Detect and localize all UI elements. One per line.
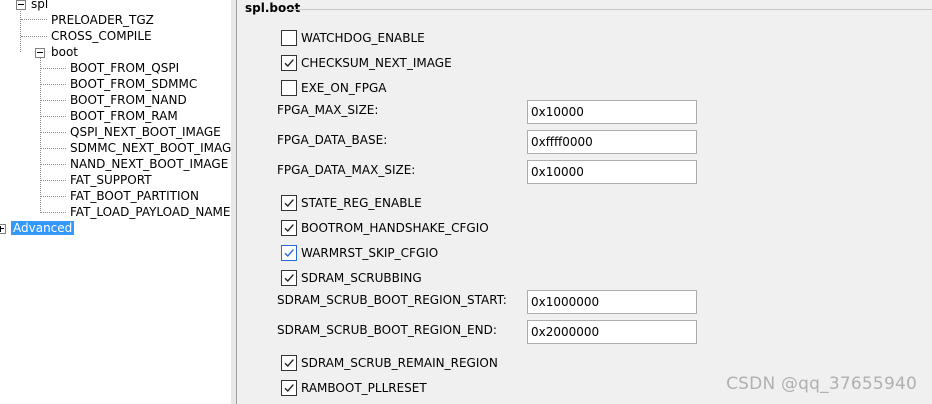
tree-connector: [41, 164, 66, 165]
sdram-scrub-boot-region-start-input[interactable]: [527, 290, 697, 314]
watchdog-enable-checkbox[interactable]: [281, 30, 297, 46]
tree-item-boot[interactable]: boot: [51, 44, 78, 60]
tree-connector: [41, 196, 66, 197]
collapse-icon[interactable]: [35, 48, 45, 58]
sdram-scrub-remain-region-checkbox[interactable]: [281, 355, 297, 371]
checkmark-icon: [284, 274, 294, 283]
group-title: spl.boot: [245, 1, 301, 15]
tree-connector: [41, 100, 66, 101]
tree-item-label: NAND_NEXT_BOOT_IMAGE: [70, 157, 229, 171]
tree-item-label: BOOT_FROM_NAND: [70, 93, 187, 107]
tree-item-qspi-next-boot-image[interactable]: QSPI_NEXT_BOOT_IMAGE: [70, 124, 221, 140]
checkmark-icon: [284, 249, 294, 258]
checkmark-icon: [284, 384, 294, 393]
tree-connector: [41, 68, 66, 69]
tree-item-label: boot: [51, 45, 79, 59]
tree-item-fat-load-payload-name[interactable]: FAT_LOAD_PAYLOAD_NAME: [70, 204, 231, 220]
checksum-next-image-label: CHECKSUM_NEXT_IMAGE: [301, 56, 452, 70]
tree-item-label: BOOT_FROM_RAM: [70, 109, 178, 123]
fpga-data-max-size-input[interactable]: [527, 160, 697, 184]
tree-item-label: SDMMC_NEXT_BOOT_IMAGE: [70, 141, 232, 155]
sdram-scrubbing-label: SDRAM_SCRUBBING: [301, 271, 422, 285]
sdram-scrub-remain-region-label: SDRAM_SCRUB_REMAIN_REGION: [301, 356, 498, 370]
tree-item-boot-from-ram[interactable]: BOOT_FROM_RAM: [70, 108, 178, 124]
tree-item-label: spl: [31, 0, 49, 11]
tree-item-cross-compile[interactable]: CROSS_COMPILE: [51, 28, 152, 44]
tree-item-boot-from-nand[interactable]: BOOT_FROM_NAND: [70, 92, 187, 108]
sdram-scrub-boot-region-start-label: SDRAM_SCRUB_BOOT_REGION_START:: [277, 293, 507, 307]
tree-item-preloader-tgz[interactable]: PRELOADER_TGZ: [51, 12, 154, 28]
checkmark-icon: [284, 199, 294, 208]
tree-item-nand-next-boot-image[interactable]: NAND_NEXT_BOOT_IMAGE: [70, 156, 228, 172]
state-reg-enable-checkbox[interactable]: [281, 195, 297, 211]
fpga-max-size-label: FPGA_MAX_SIZE:: [277, 103, 379, 117]
tree-item-label: CROSS_COMPILE: [51, 29, 152, 43]
tree-connector: [41, 132, 66, 133]
fpga-data-base-input[interactable]: [527, 130, 697, 154]
expand-icon[interactable]: [0, 224, 6, 234]
tree-item-label: QSPI_NEXT_BOOT_IMAGE: [70, 125, 221, 139]
tree-item-sdmmc-next-boot-image[interactable]: SDMMC_NEXT_BOOT_IMAGE: [70, 140, 232, 156]
collapse-icon[interactable]: [16, 0, 26, 10]
watchdog-enable-label: WATCHDOG_ENABLE: [301, 31, 425, 45]
bootrom-handshake-cfgio-checkbox[interactable]: [281, 220, 297, 236]
tree-item-advanced[interactable]: Advanced: [11, 220, 75, 236]
tree-connector: [21, 36, 47, 37]
sdram-scrub-boot-region-end-input[interactable]: [527, 320, 697, 344]
tree-item-fat-boot-partition[interactable]: FAT_BOOT_PARTITION: [70, 188, 199, 204]
tree-item-spl[interactable]: spl: [31, 0, 48, 12]
fpga-data-max-size-label: FPGA_DATA_MAX_SIZE:: [277, 163, 416, 177]
tree-connector: [40, 57, 41, 213]
tree-connector: [41, 116, 66, 117]
bootrom-handshake-cfgio-label: BOOTROM_HANDSHAKE_CFGIO: [301, 221, 489, 235]
tree-connector: [41, 148, 66, 149]
watermark-text: CSDN @qq_37655940: [726, 374, 917, 394]
tree-item-label: BOOT_FROM_SDMMC: [70, 77, 198, 91]
checkmark-icon: [284, 359, 294, 368]
tree-view[interactable]: spl PRELOADER_TGZ CROSS_COMPILE boot BOO…: [0, 0, 232, 404]
fpga-max-size-input[interactable]: [527, 100, 697, 124]
tree-item-label: FAT_LOAD_PAYLOAD_NAME: [70, 205, 231, 219]
settings-panel: spl.boot WATCHDOG_ENABLE CHECKSUM_NEXT_I…: [237, 0, 932, 404]
checkmark-icon: [284, 59, 294, 68]
tree-item-boot-from-qspi[interactable]: BOOT_FROM_QSPI: [70, 60, 179, 76]
tree-item-label: BOOT_FROM_QSPI: [70, 61, 180, 75]
ramboot-pllreset-label: RAMBOOT_PLLRESET: [301, 381, 427, 395]
tree-connector: [41, 212, 66, 213]
warmrst-skip-cfgio-label: WARMRST_SKIP_CFGIO: [301, 246, 439, 260]
tree-item-fat-support[interactable]: FAT_SUPPORT: [70, 172, 152, 188]
ramboot-pllreset-checkbox[interactable]: [281, 380, 297, 396]
warmrst-skip-cfgio-checkbox[interactable]: [281, 245, 297, 261]
group-divider: [287, 9, 932, 10]
tree-item-label: FAT_SUPPORT: [70, 173, 152, 187]
sdram-scrub-boot-region-end-label: SDRAM_SCRUB_BOOT_REGION_END:: [277, 323, 497, 337]
tree-item-boot-from-sdmmc[interactable]: BOOT_FROM_SDMMC: [70, 76, 197, 92]
tree-item-label: Advanced: [11, 221, 75, 235]
exe-on-fpga-label: EXE_ON_FPGA: [301, 81, 387, 95]
tree-connector: [41, 180, 66, 181]
state-reg-enable-label: STATE_REG_ENABLE: [301, 196, 422, 210]
tree-item-label: PRELOADER_TGZ: [51, 13, 154, 27]
exe-on-fpga-checkbox[interactable]: [281, 80, 297, 96]
tree-connector: [21, 19, 47, 20]
checkmark-icon: [284, 224, 294, 233]
fpga-data-base-label: FPGA_DATA_BASE:: [277, 133, 388, 147]
tree-item-label: FAT_BOOT_PARTITION: [70, 189, 199, 203]
tree-connector: [41, 84, 66, 85]
checksum-next-image-checkbox[interactable]: [281, 55, 297, 71]
sdram-scrubbing-checkbox[interactable]: [281, 270, 297, 286]
